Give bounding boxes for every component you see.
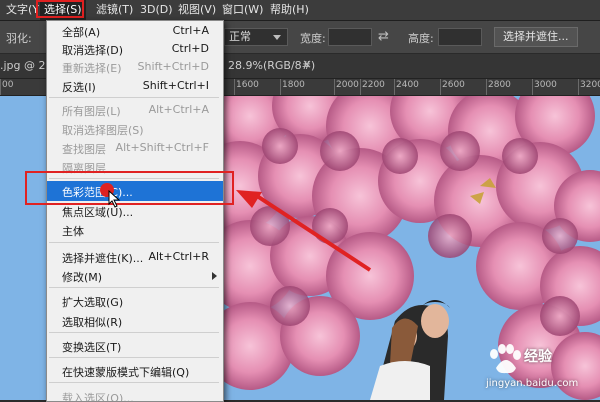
menu-separator xyxy=(49,382,219,383)
ruler-label: 2600 xyxy=(442,80,465,90)
select-menu-dropdown: 全部(A) Ctrl+A 取消选择(D) Ctrl+D 重新选择(E) Shif… xyxy=(46,20,224,402)
menu-item-transform-selection[interactable]: 变换选区(T) xyxy=(47,336,223,356)
menu-item-quick-mask[interactable]: 在快速蒙版模式下编辑(Q) xyxy=(47,361,223,381)
ruler-label: 1800 xyxy=(282,80,305,90)
annotation-highlight-box xyxy=(25,171,234,205)
menu-item-shortcut: Ctrl+D xyxy=(171,42,209,55)
menu-item-label: 修改(M) xyxy=(62,271,103,284)
menu-filter[interactable]: 滤镜(T) xyxy=(92,0,137,20)
menu-view[interactable]: 视图(V) xyxy=(174,0,220,20)
watermark-text: 经验 xyxy=(524,349,552,365)
menu-3d[interactable]: 3D(D) xyxy=(136,0,177,20)
menu-item-subject[interactable]: 主体 xyxy=(47,220,223,240)
menu-item-label: 选择并遮住(K)... xyxy=(62,252,144,265)
menu-item-shortcut: Alt+Shift+Ctrl+F xyxy=(115,141,209,154)
width-label: 宽度: xyxy=(300,32,326,45)
menu-item-label: 重新选择(E) xyxy=(62,62,122,75)
mode-select[interactable]: 正常 xyxy=(224,28,288,46)
menu-item-similar[interactable]: 选取相似(R) xyxy=(47,311,223,331)
ruler-label: 3200 xyxy=(580,80,600,90)
mode-value: 正常 xyxy=(229,30,251,43)
ruler-label: 2200 xyxy=(362,80,385,90)
menu-item-label: 在快速蒙版模式下编辑(Q) xyxy=(62,366,190,379)
menu-separator xyxy=(49,357,219,358)
menu-item-shortcut: Ctrl+A xyxy=(172,24,209,37)
menu-bar: 文字(Y) 选择(S) 滤镜(T) 3D(D) 视图(V) 窗口(W) 帮助(H… xyxy=(0,0,600,21)
width-input[interactable] xyxy=(328,28,372,46)
menu-item-inverse[interactable]: 反选(I) Shift+Ctrl+I xyxy=(47,76,223,96)
menu-item-deselect[interactable]: 取消选择(D) Ctrl+D xyxy=(47,39,223,59)
height-label: 高度: xyxy=(408,32,434,45)
swap-icon[interactable]: ⇄ xyxy=(378,29,389,44)
menu-item-shortcut: Shift+Ctrl+I xyxy=(142,79,209,92)
menu-item-label: 载入选区(O)... xyxy=(62,392,134,402)
menu-item-find-layers[interactable]: 查找图层 Alt+Shift+Ctrl+F xyxy=(47,138,223,158)
watermark: 经验 jingyan.baidu.com xyxy=(484,344,594,394)
annotation-menu-highlight xyxy=(36,0,84,18)
menu-item-label: 取消选择(D) xyxy=(62,44,124,57)
annotation-arrow xyxy=(236,190,372,272)
menu-item-label: 所有图层(L) xyxy=(62,105,121,118)
ruler-label: 1600 xyxy=(236,80,259,90)
menu-item-label: 全部(A) xyxy=(62,26,101,39)
menu-item-all-layers[interactable]: 所有图层(L) Alt+Ctrl+A xyxy=(47,100,223,120)
menu-item-deselect-layers[interactable]: 取消选择图层(S) xyxy=(47,119,223,139)
watermark-url: jingyan.baidu.com xyxy=(486,378,579,389)
ruler-label: 2800 xyxy=(488,80,511,90)
menu-separator xyxy=(49,332,219,333)
menu-item-select-and-mask[interactable]: 选择并遮住(K)... Alt+Ctrl+R xyxy=(47,247,223,267)
menu-item-shortcut: Shift+Ctrl+D xyxy=(137,60,209,73)
ruler-label: 3000 xyxy=(534,80,557,90)
menu-item-label: 焦点区域(U)... xyxy=(62,206,134,219)
menu-item-label: 取消选择图层(S) xyxy=(62,124,144,137)
menu-item-label: 扩大选取(G) xyxy=(62,296,124,309)
mouse-cursor-icon xyxy=(108,190,121,208)
menu-item-label: 查找图层 xyxy=(62,143,106,156)
menu-item-reselect[interactable]: 重新选择(E) Shift+Ctrl+D xyxy=(47,57,223,77)
close-icon[interactable]: × xyxy=(302,57,312,71)
height-input[interactable] xyxy=(438,28,482,46)
menu-window[interactable]: 窗口(W) xyxy=(218,0,267,20)
menu-item-label: 变换选区(T) xyxy=(62,341,122,354)
ruler-label: 00 xyxy=(2,80,14,90)
menu-help[interactable]: 帮助(H) xyxy=(266,0,313,20)
menu-item-label: 主体 xyxy=(62,225,84,238)
menu-item-all[interactable]: 全部(A) Ctrl+A xyxy=(47,21,223,41)
ruler-label: 2400 xyxy=(396,80,419,90)
baidu-paw-icon xyxy=(490,344,521,374)
menu-separator xyxy=(49,97,219,98)
menu-item-label: 选取相似(R) xyxy=(62,316,123,329)
menu-separator xyxy=(49,287,219,288)
menu-item-shortcut: Alt+Ctrl+R xyxy=(148,250,209,263)
select-and-mask-button[interactable]: 选择并遮住... xyxy=(494,27,578,47)
menu-item-modify[interactable]: 修改(M) xyxy=(47,266,223,286)
menu-item-label: 反选(I) xyxy=(62,81,96,94)
feather-label: 羽化: xyxy=(6,32,32,45)
submenu-arrow-icon xyxy=(212,272,217,280)
menu-item-shortcut: Alt+Ctrl+A xyxy=(148,103,209,116)
menu-separator xyxy=(49,242,219,243)
menu-item-grow[interactable]: 扩大选取(G) xyxy=(47,291,223,311)
ruler-label: 2000 xyxy=(336,80,359,90)
